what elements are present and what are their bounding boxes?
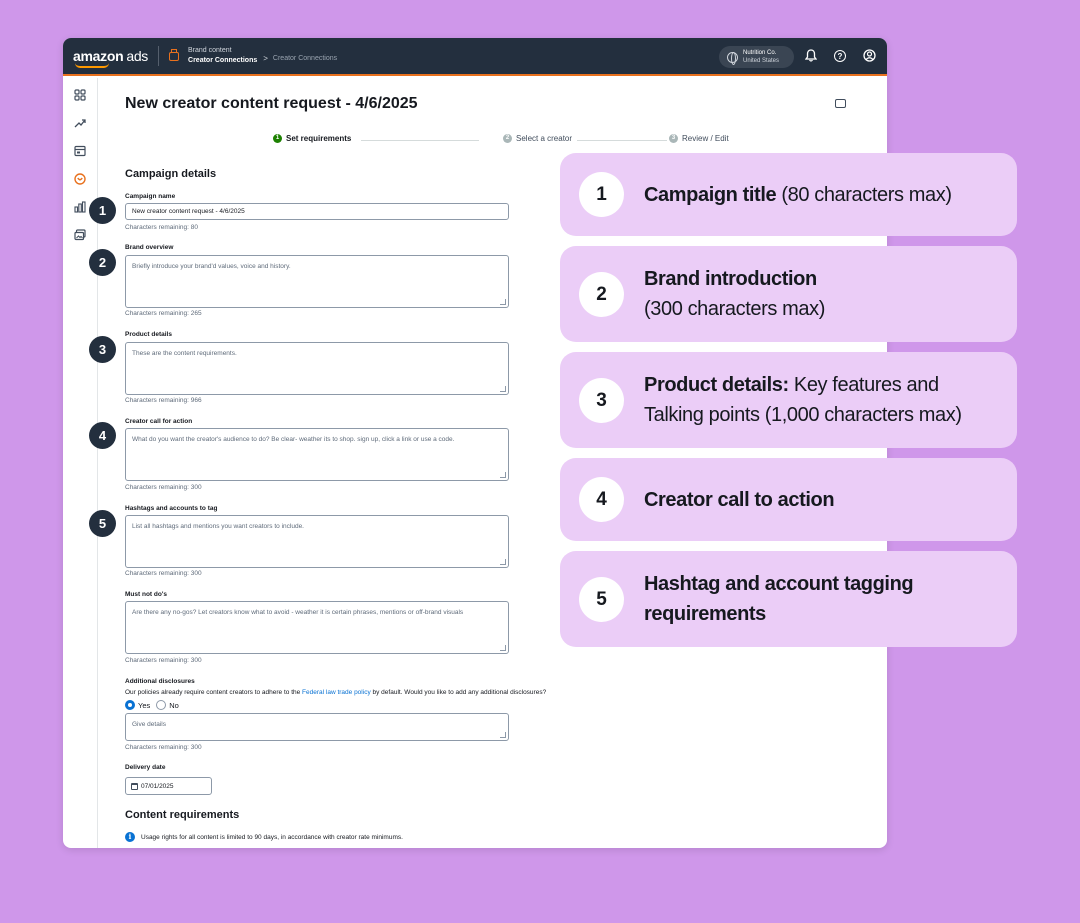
disclosures-radio-group: Yes No [125, 700, 179, 710]
must-not-hint: Characters remaining: 300 [125, 657, 202, 664]
browser-icon[interactable] [73, 145, 87, 159]
callout-number: 1 [579, 172, 624, 217]
account-name: Nutrition Co. [743, 50, 777, 56]
callout-number: 3 [579, 378, 624, 423]
delivery-date-input[interactable]: 07/01/2025 [125, 777, 212, 795]
brand-overview-hint: Characters remaining: 265 [125, 310, 202, 317]
hashtags-textarea[interactable]: List all hashtags and mentions you want … [125, 515, 509, 568]
callout-text: Product details: Key features and Talking… [644, 374, 962, 426]
radio-yes[interactable] [125, 700, 135, 710]
product-details-label: Product details [125, 331, 172, 338]
campaign-name-label: Campaign name [125, 193, 176, 200]
bell-icon[interactable] [804, 49, 818, 63]
hashtags-label: Hashtags and accounts to tag [125, 505, 218, 512]
amazon-ads-logo[interactable]: amazon ads [73, 48, 149, 68]
badge-2: 2 [89, 249, 116, 276]
callout-product-details: 3 Product details: Key features and Talki… [560, 352, 1017, 448]
user-circle-icon[interactable] [862, 49, 876, 63]
divider [158, 46, 160, 66]
call-for-action-label: Creator call for action [125, 418, 193, 425]
trend-icon[interactable] [73, 117, 87, 131]
campaign-name-hint: Characters remaining: 80 [125, 224, 198, 231]
federal-law-trade-policy-link[interactable]: Federal law trade policy [302, 689, 371, 696]
callout-campaign-title: 1 Campaign title (80 characters max) [560, 153, 1017, 236]
callout-text: Hashtag and account tagging requirements [644, 573, 914, 625]
radio-yes-label: Yes [138, 700, 151, 710]
progress-stepper: 1 Set requirements 2 Select a creator 3 Rev… [273, 134, 729, 148]
radio-no[interactable] [156, 700, 167, 710]
account-country: United States [743, 58, 780, 64]
callout-call-to-action: 4 Creator call to action [560, 458, 1017, 541]
account-switcher[interactable]: Nutrition Co. United States [719, 46, 794, 68]
call-for-action-textarea[interactable]: What do you want the creator's audience … [125, 428, 509, 481]
globe-icon [727, 51, 738, 65]
section-title-content-requirements: Content requirements [125, 809, 240, 821]
product-details-hint: Characters remaining: 966 [125, 397, 202, 404]
breadcrumb-parent[interactable]: Brand content Creator Connections [188, 46, 257, 66]
step-set-requirements[interactable]: 1 Set requirements [273, 134, 351, 143]
badge-4: 4 [89, 422, 116, 449]
bar-chart-icon[interactable] [73, 201, 87, 215]
usage-rights-info: i Usage rights for all content is limited… [125, 832, 403, 842]
step-connector [577, 140, 667, 141]
brand-overview-label: Brand overview [125, 244, 174, 251]
step-connector [361, 140, 479, 141]
callout-number: 4 [579, 477, 624, 522]
breadcrumb-current[interactable]: Creator Connections [273, 55, 337, 62]
must-not-label: Must not do's [125, 591, 167, 598]
disclosures-hint: Characters remaining: 300 [125, 744, 202, 751]
callout-text: Brand introduction (300 characters max) [644, 268, 825, 320]
badge-1: 1 [89, 197, 116, 224]
hashtags-hint: Characters remaining: 300 [125, 570, 202, 577]
media-icon[interactable] [73, 229, 87, 243]
callout-number: 2 [579, 272, 624, 317]
radio-no-label: No [169, 700, 179, 710]
step-review-edit[interactable]: 3 Review / Edit [669, 134, 729, 143]
must-not-textarea[interactable]: Are there any no-gos? Let creators know … [125, 601, 509, 654]
disclosure-details-textarea[interactable]: Give details [125, 713, 509, 741]
logo-text: amazon [73, 48, 124, 64]
dashboard-icon[interactable] [73, 89, 87, 103]
campaign-name-input[interactable]: New creator content request - 4/6/2025 [125, 203, 509, 220]
call-for-action-hint: Characters remaining: 300 [125, 484, 202, 491]
callout-text: Campaign title (80 characters max) [644, 184, 952, 206]
brand-overview-textarea[interactable]: Briefly introduce your brand'd values, v… [125, 255, 509, 308]
delivery-date-label: Delivery date [125, 764, 166, 771]
badge-5: 5 [89, 510, 116, 537]
left-sidebar [63, 78, 98, 848]
step-select-creator[interactable]: 2 Select a creator [503, 134, 572, 143]
feedback-icon[interactable] [835, 99, 846, 108]
creator-connections-icon[interactable] [73, 173, 87, 187]
logo-ads-text: ads [126, 48, 149, 64]
disclosures-label: Additional disclosures [125, 678, 195, 685]
smile-icon [75, 63, 109, 68]
info-icon: i [125, 832, 135, 842]
section-title-campaign-details: Campaign details [125, 168, 217, 180]
callout-number: 5 [579, 577, 624, 622]
disclosures-description: Our policies already require content cre… [125, 689, 547, 696]
page-title: New creator content request - 4/6/2025 [125, 95, 418, 112]
chevron-right-icon: > [263, 53, 268, 63]
callout-brand-introduction: 2 Brand introduction (300 characters max) [560, 246, 1017, 342]
callout-hashtag-tagging: 5 Hashtag and account tagging requirement… [560, 551, 1017, 647]
briefcase-icon [169, 48, 180, 61]
top-navigation-bar: amazon ads Brand content Creator Connecti… [63, 38, 887, 76]
product-details-textarea[interactable]: These are the content requirements. [125, 342, 509, 395]
badge-3: 3 [89, 336, 116, 363]
breadcrumb-section: Creator Connections [188, 57, 258, 64]
breadcrumb-category: Brand content [188, 47, 232, 54]
calendar-icon [131, 782, 138, 790]
help-icon[interactable]: ? [834, 50, 846, 62]
callout-text: Creator call to action [644, 489, 835, 511]
